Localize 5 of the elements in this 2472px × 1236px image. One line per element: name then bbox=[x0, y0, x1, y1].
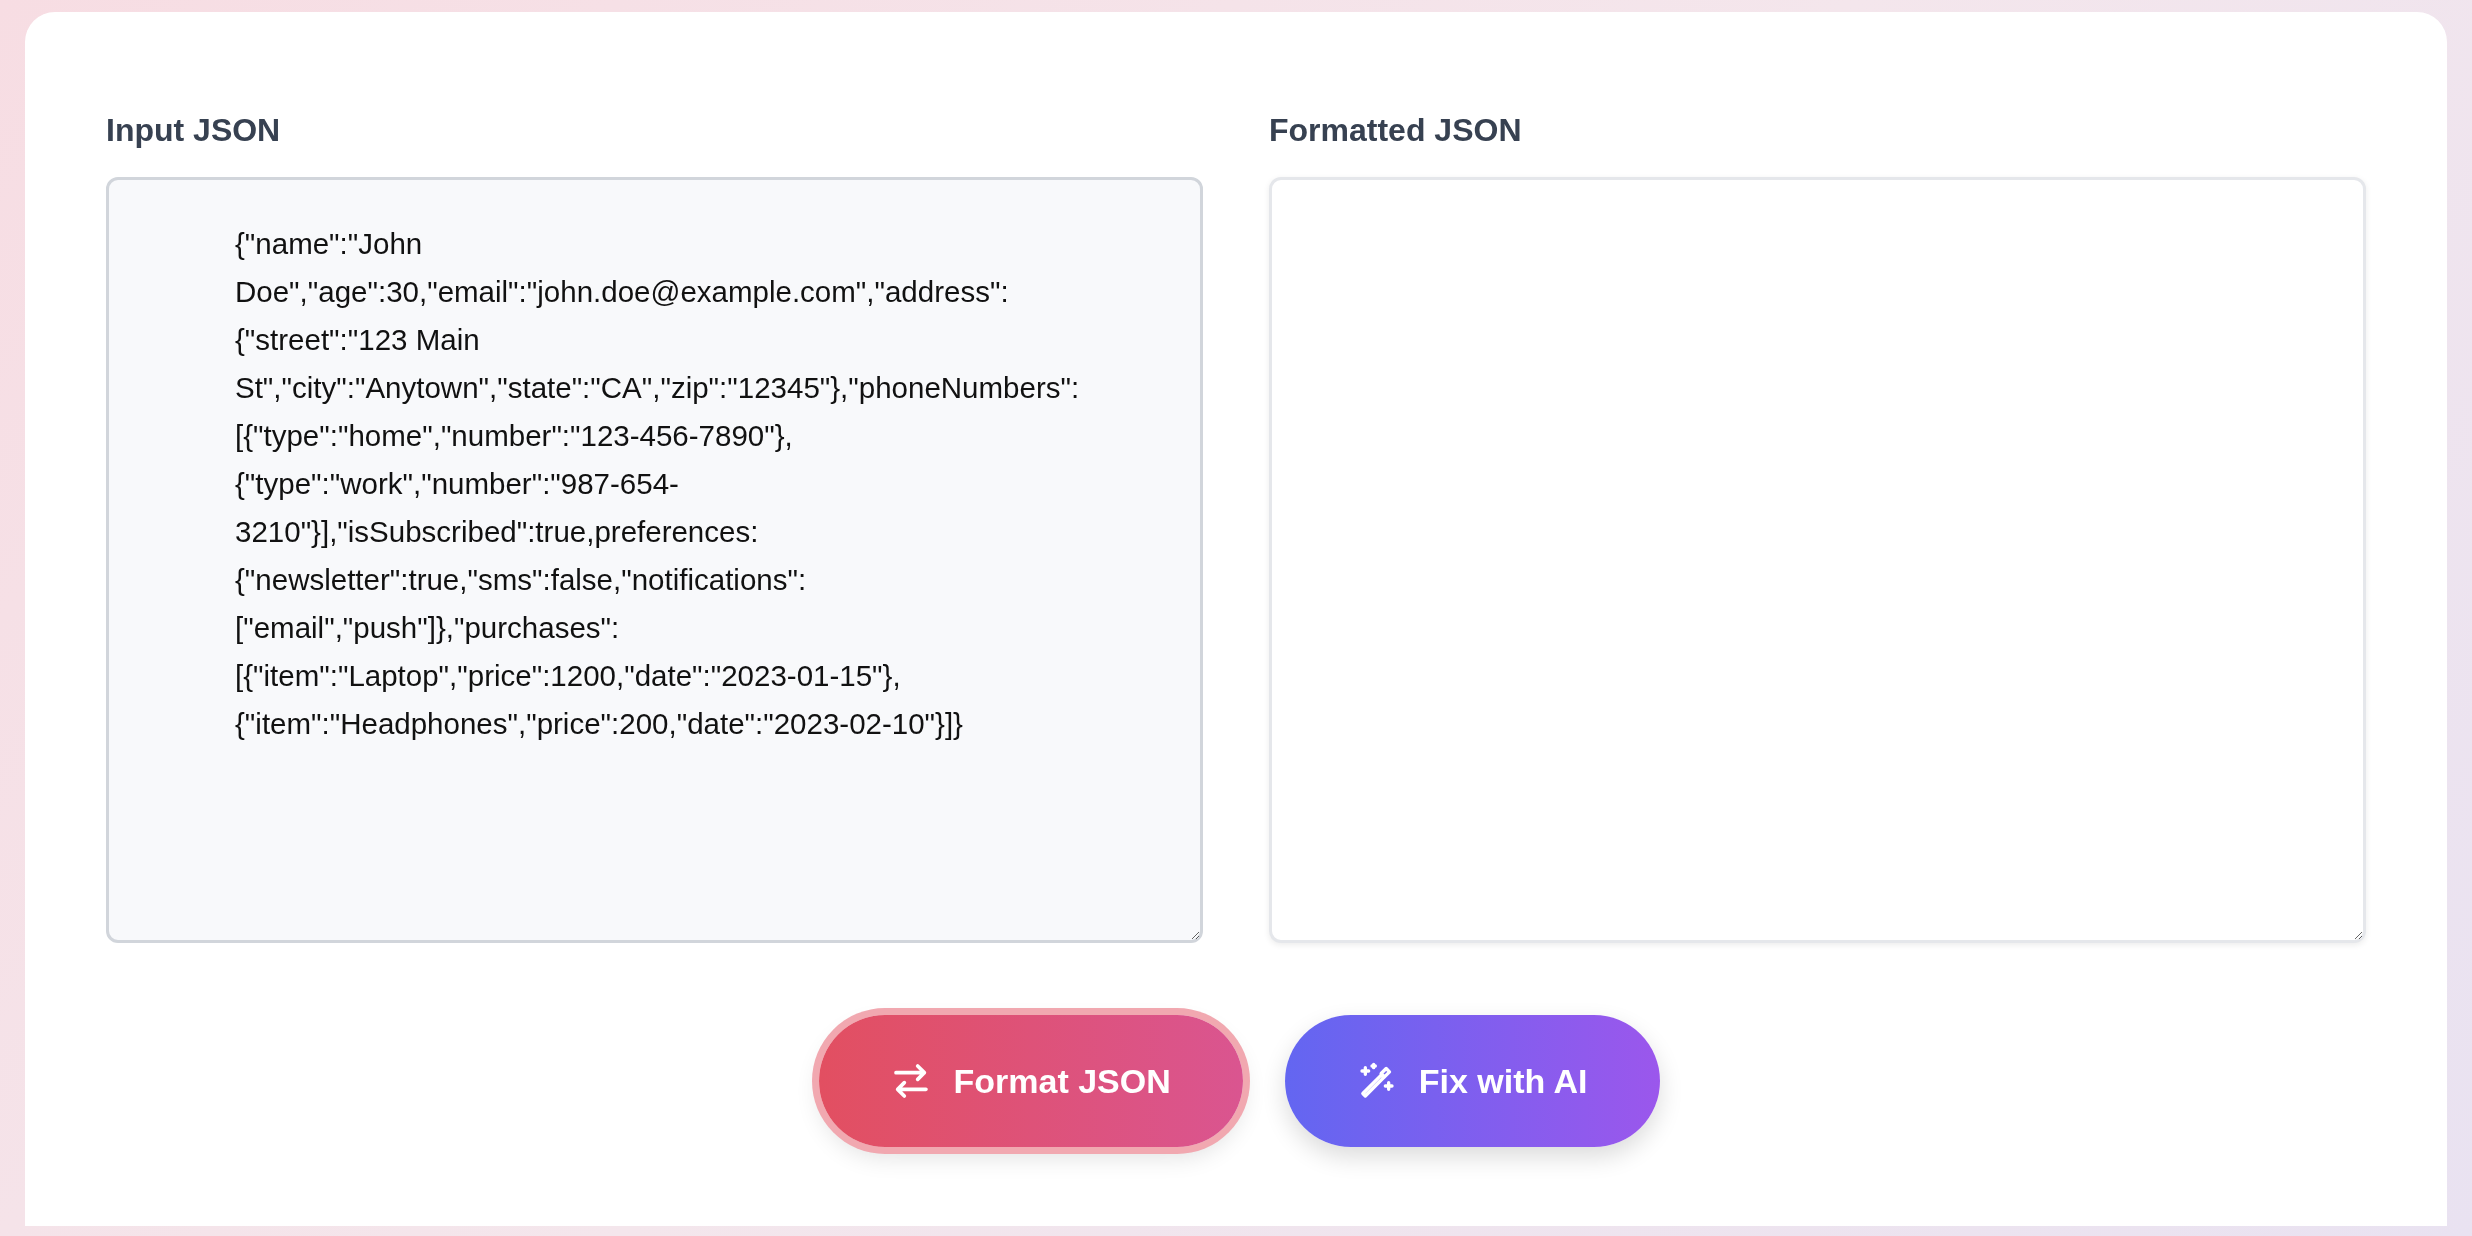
input-field[interactable]: {"name":"John Doe","age":30,"email":"john.doe@example.com","address":{"street":"123 Main St","city":"Anytown","state":"CA","zip":"12345"},"phoneNumbers":[{"type":"home","number":"123-456-7890"},{"type":"work","number":"987-654-3210"}],"isSubscribed":true,preferences:{"newsletter":true,"sms":false,"notifications":["email","push"]},"purchases":[{"item":"Laptop","price":1200,"date":"2023-01-15"},{"item":"Headphones","price":200,"date":"2023-02-10"}]} bbox=[106, 177, 1203, 943]
output-field[interactable] bbox=[1269, 177, 2366, 943]
fix-ai-button[interactable]: Fix with AI bbox=[1284, 1015, 1660, 1147]
output-label: Formatted JSON bbox=[1269, 111, 1523, 150]
input-label: Input JSON bbox=[106, 111, 282, 150]
